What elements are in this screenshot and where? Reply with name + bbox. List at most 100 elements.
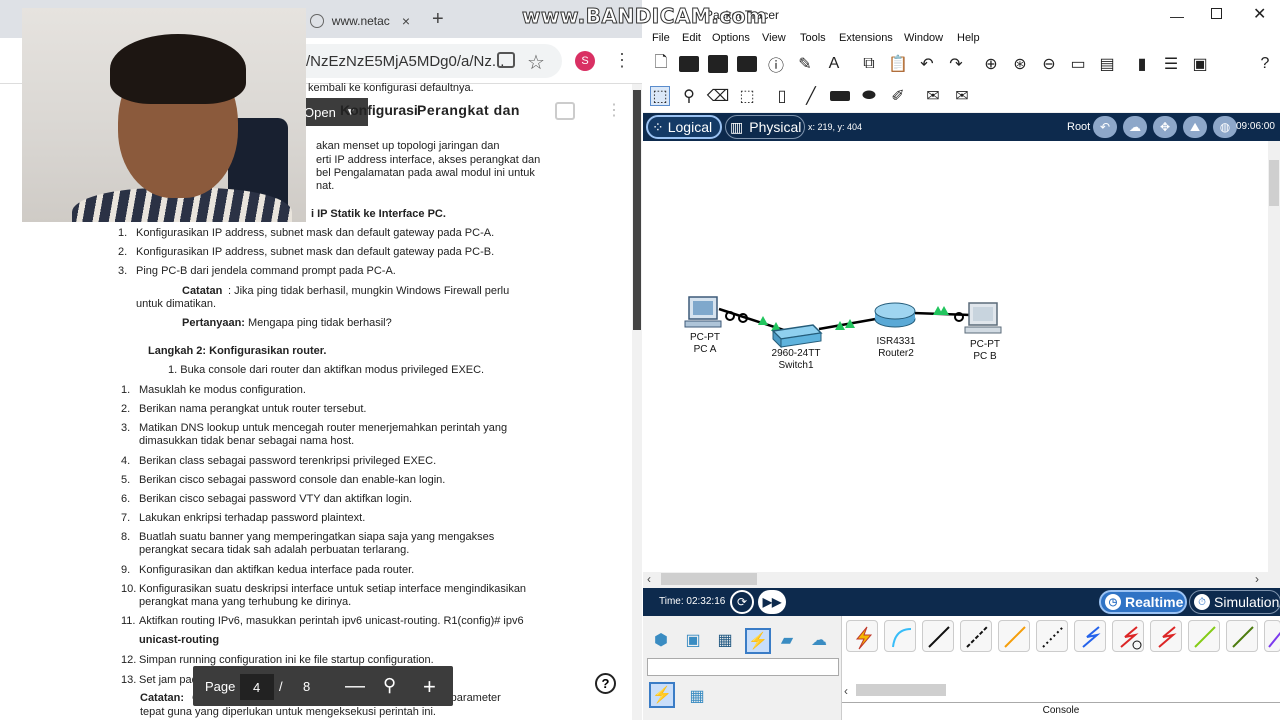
menu-help[interactable]: Help (957, 32, 980, 44)
octal-cable-icon[interactable] (1188, 620, 1220, 652)
inspect-icon[interactable]: ⚲ (679, 86, 699, 106)
menu-extensions[interactable]: Extensions (839, 32, 893, 44)
print-icon[interactable] (555, 102, 575, 120)
pdf-scrollbar-thumb[interactable] (633, 90, 641, 330)
pdf-more-icon[interactable]: ⋮ (606, 100, 622, 120)
bookmark-star-icon[interactable]: ☆ (527, 50, 545, 75)
network-devices-icon[interactable]: ⬢ (651, 630, 671, 650)
connection-hscroll-thumb[interactable] (856, 684, 946, 696)
drawing-palette-icon[interactable]: ▭ (1068, 54, 1088, 74)
multiuser-icon[interactable]: ☁ (809, 630, 829, 650)
note-icon[interactable]: ▯ (772, 86, 792, 106)
save-icon[interactable] (708, 55, 728, 73)
activity-wizard-icon[interactable]: ✎ (795, 54, 815, 74)
help-icon[interactable]: ? (1255, 54, 1275, 74)
fiber-icon[interactable] (998, 620, 1030, 652)
usb-cable-icon[interactable] (1264, 620, 1280, 652)
zoom-out-icon[interactable]: — (345, 675, 365, 698)
physical-tab[interactable]: ▥ Physical (725, 115, 805, 139)
maximize-icon[interactable] (1211, 8, 1222, 19)
components-icon[interactable]: ▦ (715, 630, 735, 650)
document-icon[interactable]: ▮ (1132, 54, 1152, 74)
minimize-icon[interactable]: — (1170, 8, 1184, 24)
close-icon[interactable]: ✕ (1253, 4, 1266, 24)
cluster-icon[interactable]: ☁ (1123, 116, 1147, 138)
info-icon[interactable]: ⓘ (766, 54, 786, 75)
server-icon[interactable]: ☰ (1161, 54, 1181, 74)
browser-menu-icon[interactable]: ⋮ (613, 50, 631, 71)
serial-dce-icon[interactable] (1112, 620, 1144, 652)
coaxial-icon[interactable] (1074, 620, 1106, 652)
profile-avatar[interactable]: S (575, 51, 595, 71)
workspace-hscroll-thumb[interactable] (661, 573, 757, 585)
grid-icon[interactable]: ▦ (687, 686, 707, 706)
zoom-icon[interactable]: ⚲ (383, 675, 396, 696)
crossover-icon[interactable] (960, 620, 992, 652)
menu-options[interactable]: Options (712, 32, 750, 44)
new-file-icon[interactable]: 🗋 (651, 54, 671, 74)
help-button[interactable]: ? (595, 673, 616, 694)
scroll-left-icon[interactable]: ‹ (647, 572, 651, 586)
scroll-left-icon[interactable]: ‹ (844, 684, 848, 698)
page-number-input[interactable]: 4 (240, 674, 274, 700)
connections-icon[interactable]: ⚡ (745, 628, 771, 654)
font-icon[interactable]: A (824, 54, 844, 74)
iot-cable-icon[interactable] (1226, 620, 1258, 652)
resize-icon[interactable]: ⬚ (737, 86, 757, 106)
custom-devices-icon[interactable]: ▤ (1097, 54, 1117, 74)
misc-icon[interactable]: ▰ (777, 630, 797, 650)
connections-subtype-icon[interactable]: ⚡ (649, 682, 675, 708)
copy-icon[interactable]: ⧉ (859, 54, 879, 74)
phone-cable-icon[interactable] (1036, 620, 1068, 652)
pc-a-device[interactable] (684, 296, 722, 328)
menu-view[interactable]: View (762, 32, 786, 44)
back-icon[interactable]: ↶ (1093, 116, 1117, 138)
menu-window[interactable]: Window (904, 32, 943, 44)
image-icon[interactable]: ▣ (1190, 54, 1210, 74)
menu-tools[interactable]: Tools (800, 32, 826, 44)
browser-tab[interactable]: www.netac × (300, 6, 420, 36)
logical-workspace[interactable]: PC-PT PC A 2960-24TT Switch1 ISR4331 Rou… (643, 141, 1268, 572)
workspace-vscroll-thumb[interactable] (1269, 160, 1279, 206)
router2-device[interactable] (874, 302, 916, 328)
share-icon[interactable] (497, 52, 515, 68)
ellipse-icon[interactable]: ⬬ (859, 86, 879, 106)
menu-edit[interactable]: Edit (682, 32, 701, 44)
redo-icon[interactable]: ↷ (946, 54, 966, 74)
menu-file[interactable]: File (652, 32, 670, 44)
pc-b-device[interactable] (964, 302, 1002, 334)
rectangle-icon[interactable] (830, 91, 850, 101)
zoom-in-icon[interactable]: ⊕ (981, 54, 1001, 74)
line-icon[interactable]: ╱ (801, 86, 821, 106)
move-icon[interactable]: ✥ (1153, 116, 1177, 138)
end-devices-icon[interactable]: ▣ (683, 630, 703, 650)
auto-connection-icon[interactable] (846, 620, 878, 652)
logical-tab[interactable]: ⁘ Logical (646, 115, 722, 139)
console-tab[interactable]: Console (842, 702, 1280, 720)
paste-icon[interactable]: 📋 (888, 54, 908, 74)
console-cable-icon[interactable] (884, 620, 916, 652)
zoom-in-icon[interactable]: + (423, 674, 436, 700)
fast-forward-button[interactable]: ▶▶ (758, 590, 786, 614)
straight-through-icon[interactable] (922, 620, 954, 652)
zoom-out-icon[interactable]: ⊖ (1039, 54, 1059, 74)
close-tab-icon[interactable]: × (402, 13, 410, 29)
new-tab-button[interactable]: + (432, 8, 444, 31)
print-icon[interactable] (737, 56, 757, 72)
viewport-icon[interactable]: ◍ (1213, 116, 1237, 138)
device-search-field[interactable] (647, 658, 839, 676)
freeform-icon[interactable]: ✐ (888, 86, 908, 106)
zoom-reset-icon[interactable]: ⊛ (1010, 54, 1030, 74)
open-folder-icon[interactable] (679, 56, 699, 72)
simulation-mode-button[interactable]: ⏱ Simulation (1189, 590, 1280, 614)
simple-pdu-icon[interactable]: ✉ (923, 86, 943, 106)
power-cycle-button[interactable]: ⟳ (730, 590, 754, 614)
undo-icon[interactable]: ↶ (917, 54, 937, 74)
delete-icon[interactable]: ⌫ (707, 86, 730, 106)
address-bar-url[interactable]: /NzEzNzE5MjA5MDg0/a/Nz... (306, 53, 504, 70)
realtime-mode-button[interactable]: ◷ Realtime (1099, 590, 1187, 614)
complex-pdu-icon[interactable]: ✉ (952, 86, 972, 106)
serial-dte-icon[interactable] (1150, 620, 1182, 652)
background-icon[interactable]: ⛰ (1183, 116, 1207, 138)
select-icon[interactable]: ⬚ (650, 86, 670, 106)
